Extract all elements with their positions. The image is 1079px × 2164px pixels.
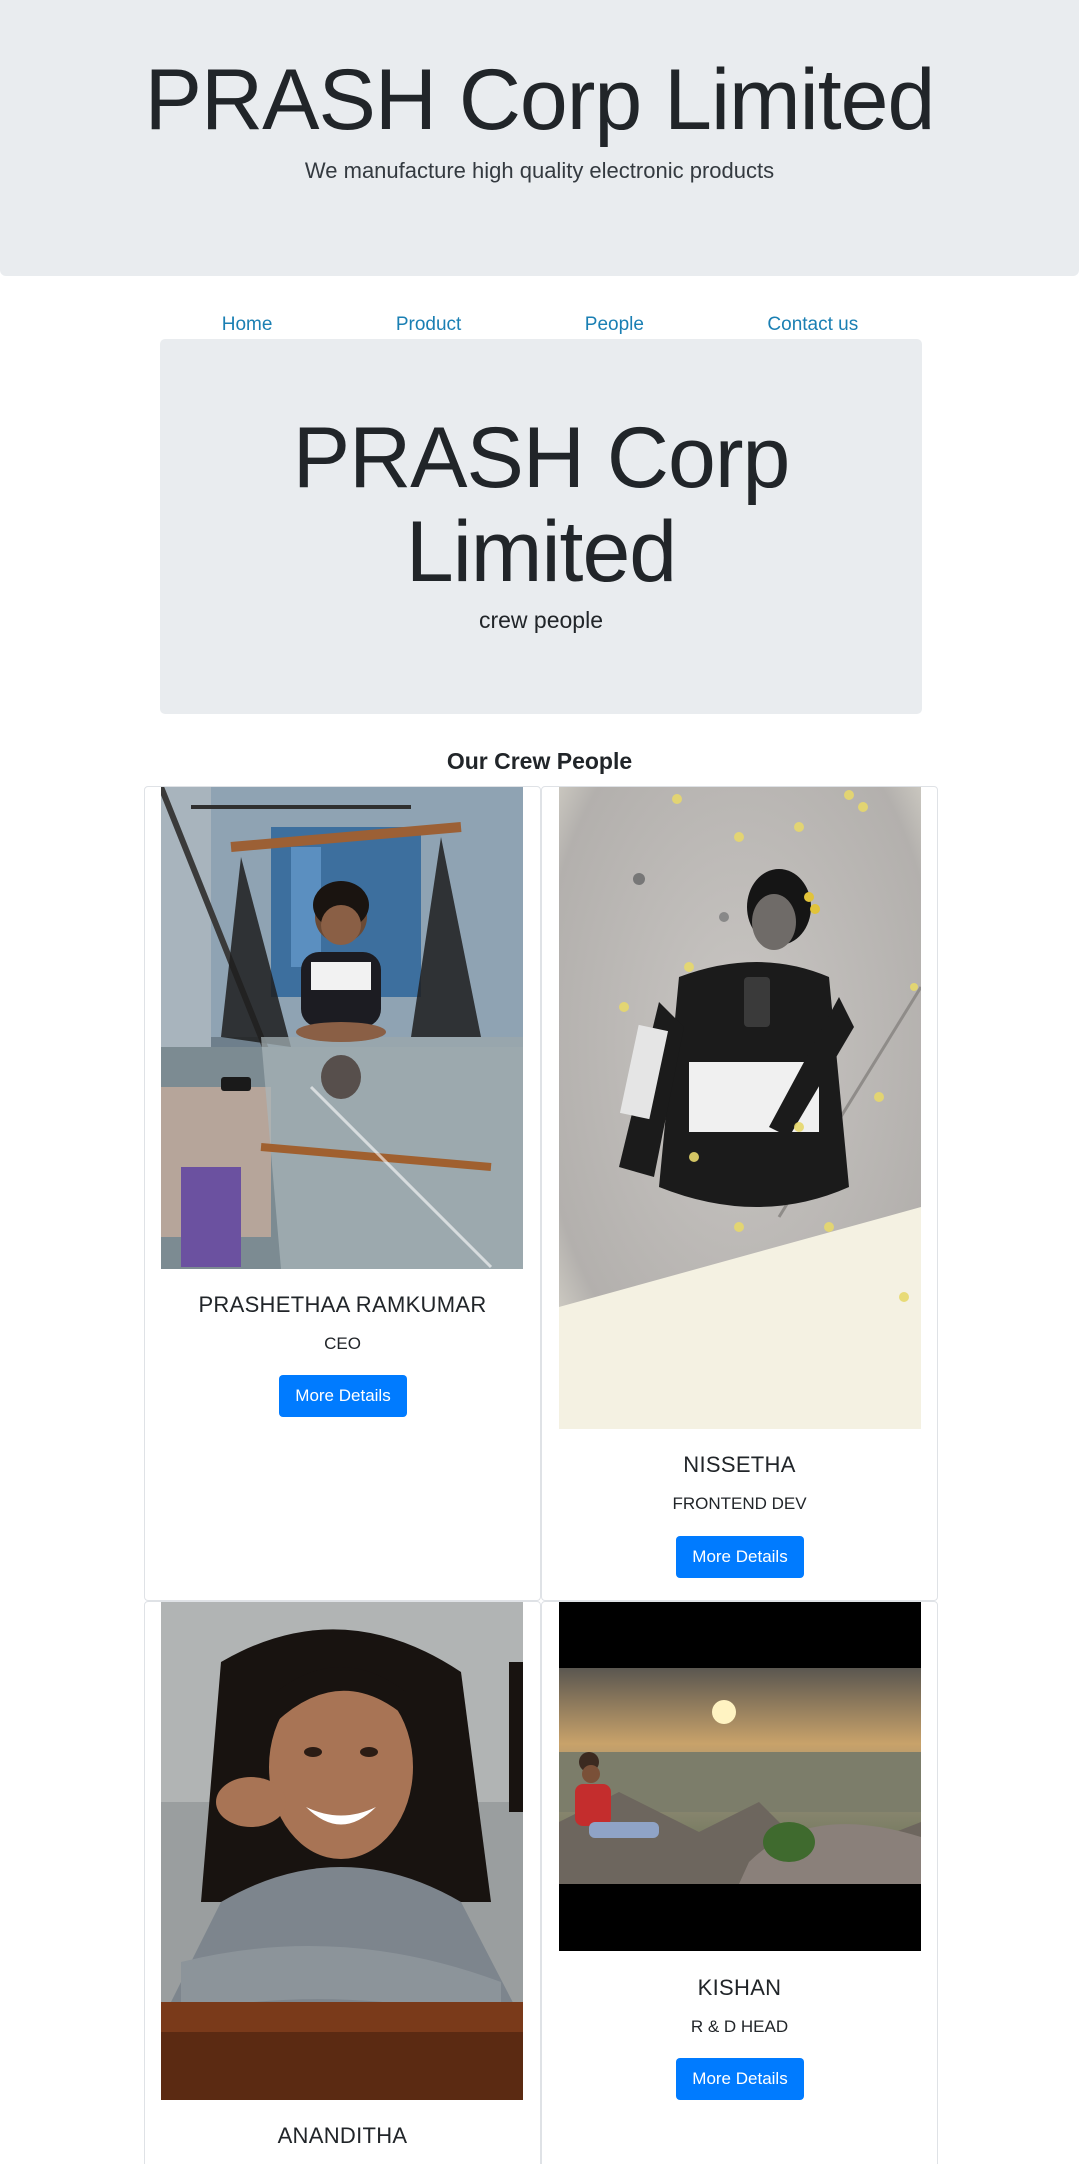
crew-name: PRASHETHAA RAMKUMAR <box>198 1292 487 1317</box>
more-details-button[interactable]: More Details <box>676 2058 804 2100</box>
crew-photo <box>559 1602 921 1951</box>
crew-heading: Our Crew People <box>446 748 633 774</box>
crew-role: FRONTEND DEV <box>672 1494 807 1513</box>
crew-card: NISSETHA FRONTEND DEV More Details <box>541 786 938 1601</box>
more-details-button[interactable]: More Details <box>676 1536 804 1578</box>
site-tagline: We manufacture high quality electronic p… <box>304 158 775 183</box>
crew-card: KISHAN R & D HEAD More Details <box>541 1601 938 2164</box>
hero-section: PRASH Corp Limited crew people <box>160 339 922 714</box>
nav-product-link[interactable]: Product <box>396 314 461 336</box>
crew-photo <box>559 787 921 1429</box>
site-header: PRASH Corp Limited We manufacture high q… <box>0 0 1079 276</box>
nav-home-link[interactable]: Home <box>222 314 273 336</box>
main-nav: Home Product People Contact us <box>160 310 920 340</box>
crew-photo <box>161 1602 523 2100</box>
crew-name: ANANDITHA <box>277 2123 408 2148</box>
crew-name: KISHAN <box>697 1975 782 2000</box>
hero-title: PRASH Corp Limited <box>292 410 791 600</box>
crew-role: R & D HEAD <box>690 2017 789 2036</box>
crew-card: PRASHETHAA RAMKUMAR CEO More Details <box>144 786 541 1601</box>
crew-role: CEO <box>324 1334 361 1353</box>
nav-contact-link[interactable]: Contact us <box>767 314 858 336</box>
more-details-button[interactable]: More Details <box>279 1375 407 1417</box>
hero-subtitle: crew people <box>478 607 604 633</box>
nav-people-link[interactable]: People <box>585 314 644 336</box>
crew-photo <box>161 787 523 1269</box>
crew-name: NISSETHA <box>683 1452 796 1477</box>
site-title: PRASH Corp Limited <box>144 52 936 148</box>
crew-card: ANANDITHA <box>144 1601 541 2164</box>
